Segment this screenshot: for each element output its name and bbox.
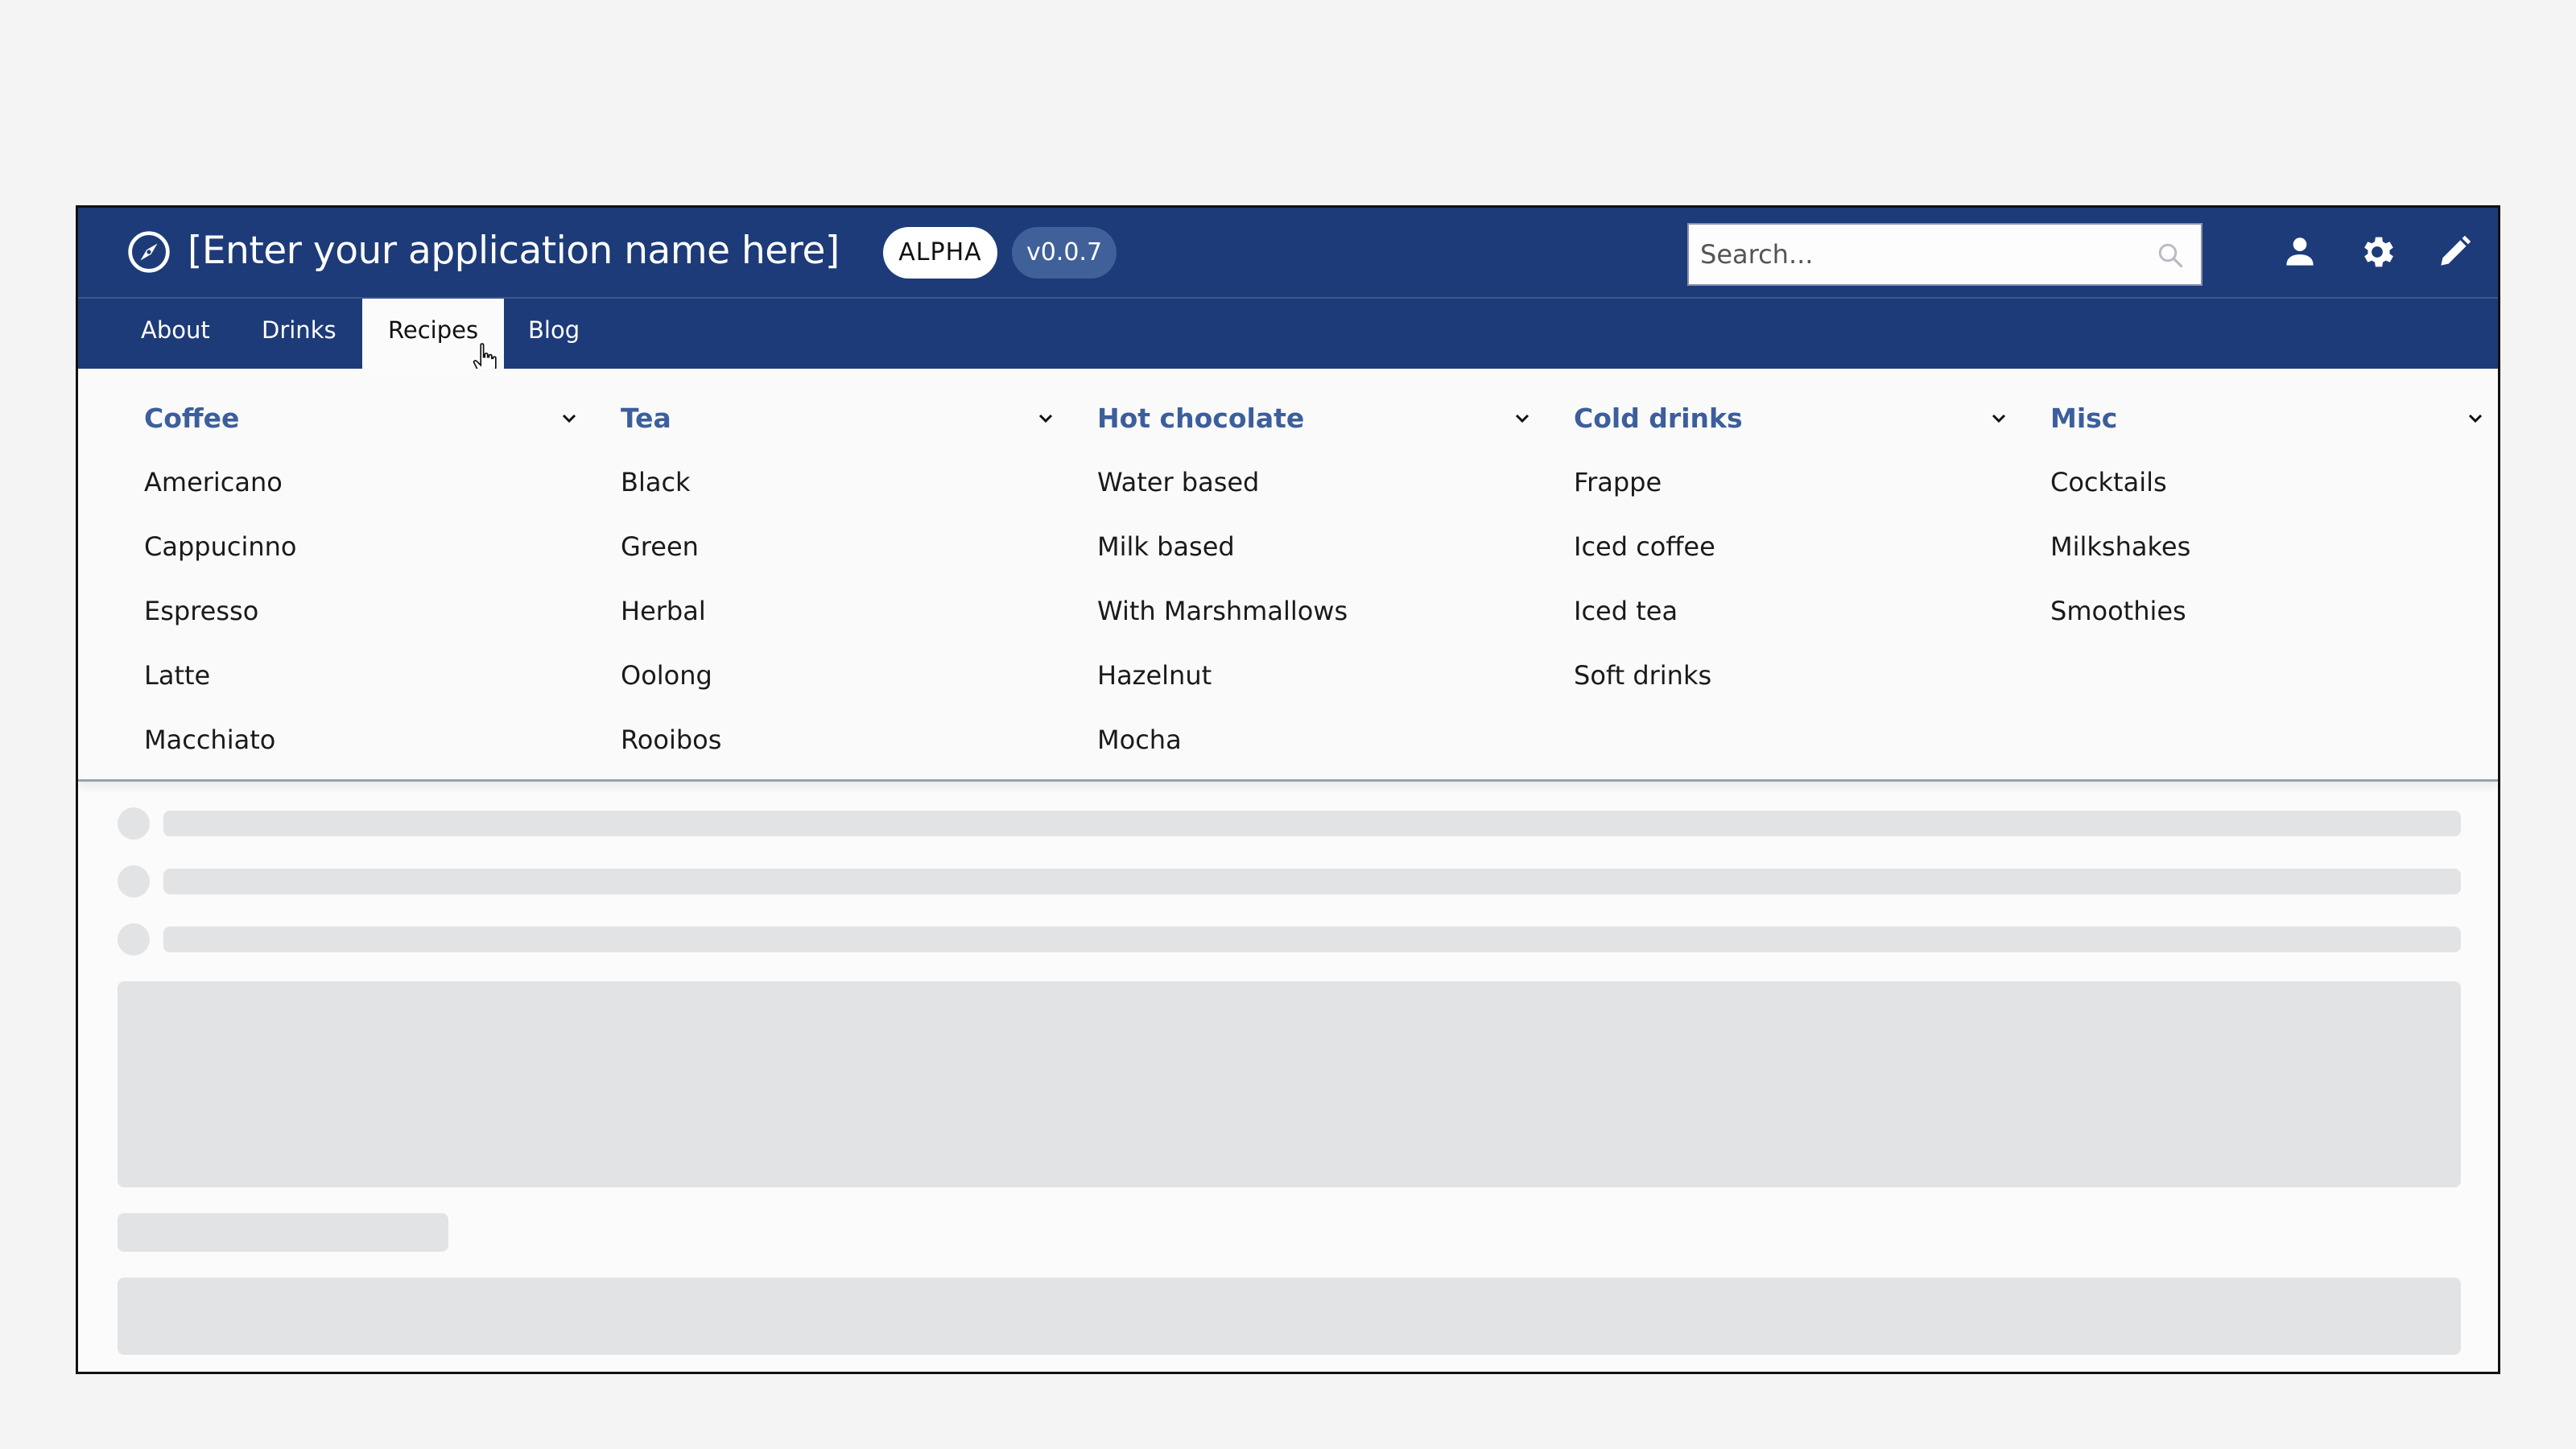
column-title: Cold drinks bbox=[1574, 394, 1743, 443]
skeleton-line bbox=[163, 927, 2461, 952]
search-box bbox=[1687, 223, 2202, 286]
menu-item[interactable]: Iced coffee bbox=[1574, 522, 1715, 571]
menu-item[interactable]: Rooibos bbox=[621, 716, 721, 764]
chevron-down-icon bbox=[1036, 409, 1055, 428]
gear-icon bbox=[2357, 232, 2397, 272]
skeleton-line bbox=[163, 869, 2461, 894]
menu-item[interactable]: With Marshmallows bbox=[1097, 587, 1348, 635]
nav-item-about[interactable]: About bbox=[115, 299, 236, 369]
menu-item[interactable]: Hazelnut bbox=[1097, 651, 1212, 700]
user-icon bbox=[2280, 232, 2320, 272]
column-title: Tea bbox=[621, 394, 671, 443]
menu-item[interactable]: Herbal bbox=[621, 587, 706, 635]
chevron-down-icon bbox=[1989, 409, 2008, 428]
menu-item[interactable]: Macchiato bbox=[144, 716, 275, 764]
search-icon[interactable] bbox=[2156, 241, 2185, 270]
skeleton-block bbox=[118, 981, 2461, 1187]
menu-item[interactable]: Green bbox=[621, 522, 699, 571]
menu-column-coffee: Coffee Americano Cappucinno Espresso Lat… bbox=[144, 369, 579, 771]
column-title: Hot chocolate bbox=[1097, 394, 1304, 443]
menu-item[interactable]: Cappucinno bbox=[144, 522, 296, 571]
skeleton-block bbox=[118, 1278, 2461, 1355]
menu-item[interactable]: Latte bbox=[144, 651, 210, 700]
app-title: [Enter your application name here] bbox=[188, 225, 840, 277]
menu-item[interactable]: Iced tea bbox=[1574, 587, 1678, 635]
recipes-mega-menu: Coffee Americano Cappucinno Espresso Lat… bbox=[78, 369, 2498, 782]
app-header: [Enter your application name here] ALPHA… bbox=[78, 208, 2498, 299]
skeleton-avatar bbox=[118, 865, 150, 898]
column-title: Misc bbox=[2050, 394, 2117, 443]
column-header-hot-chocolate[interactable]: Hot chocolate bbox=[1097, 394, 1532, 443]
app-window: [Enter your application name here] ALPHA… bbox=[76, 205, 2500, 1374]
column-header-coffee[interactable]: Coffee bbox=[144, 394, 579, 443]
column-header-cold-drinks[interactable]: Cold drinks bbox=[1574, 394, 2008, 443]
menu-item[interactable]: Water based bbox=[1097, 458, 1259, 506]
nav-item-drinks[interactable]: Drinks bbox=[236, 299, 362, 369]
column-header-tea[interactable]: Tea bbox=[621, 394, 1055, 443]
menu-item[interactable]: Soft drinks bbox=[1574, 651, 1711, 700]
stage-badge: ALPHA bbox=[883, 227, 997, 279]
settings-button[interactable] bbox=[2357, 232, 2397, 272]
chevron-down-icon bbox=[2466, 409, 2485, 428]
chevron-down-icon bbox=[559, 409, 579, 428]
menu-item[interactable]: Cocktails bbox=[2050, 458, 2167, 506]
menu-item[interactable]: Black bbox=[621, 458, 691, 506]
compass-icon bbox=[126, 229, 171, 275]
chevron-down-icon bbox=[1513, 409, 1532, 428]
main-nav: About Drinks Recipes Blog bbox=[78, 299, 2498, 369]
nav-item-blog[interactable]: Blog bbox=[502, 299, 605, 369]
menu-item[interactable]: Mocha bbox=[1097, 716, 1182, 764]
profile-button[interactable] bbox=[2280, 232, 2320, 272]
menu-item[interactable]: Americano bbox=[144, 458, 283, 506]
menu-item[interactable]: Milk based bbox=[1097, 522, 1235, 571]
skeleton-avatar bbox=[118, 923, 150, 956]
skeleton-label bbox=[118, 1213, 448, 1252]
version-badge: v0.0.7 bbox=[1012, 227, 1117, 279]
menu-item[interactable]: Frappe bbox=[1574, 458, 1662, 506]
menu-column-cold-drinks: Cold drinks Frappe Iced coffee Iced tea … bbox=[1574, 369, 2008, 771]
pencil-icon bbox=[2434, 232, 2475, 272]
column-header-misc[interactable]: Misc bbox=[2050, 394, 2485, 443]
menu-item[interactable]: Oolong bbox=[621, 651, 712, 700]
menu-column-misc: Misc Cocktails Milkshakes Smoothies bbox=[2050, 369, 2485, 771]
menu-column-hot-chocolate: Hot chocolate Water based Milk based Wit… bbox=[1097, 369, 1532, 771]
edit-button[interactable] bbox=[2434, 232, 2475, 272]
menu-item[interactable]: Espresso bbox=[144, 587, 258, 635]
search-input[interactable] bbox=[1689, 225, 2201, 284]
menu-item[interactable]: Smoothies bbox=[2050, 587, 2186, 635]
skeleton-line bbox=[163, 811, 2461, 836]
column-title: Coffee bbox=[144, 394, 239, 443]
menu-item[interactable]: Milkshakes bbox=[2050, 522, 2190, 571]
skeleton-avatar bbox=[118, 807, 150, 840]
menu-column-tea: Tea Black Green Herbal Oolong Rooibos bbox=[621, 369, 1055, 771]
